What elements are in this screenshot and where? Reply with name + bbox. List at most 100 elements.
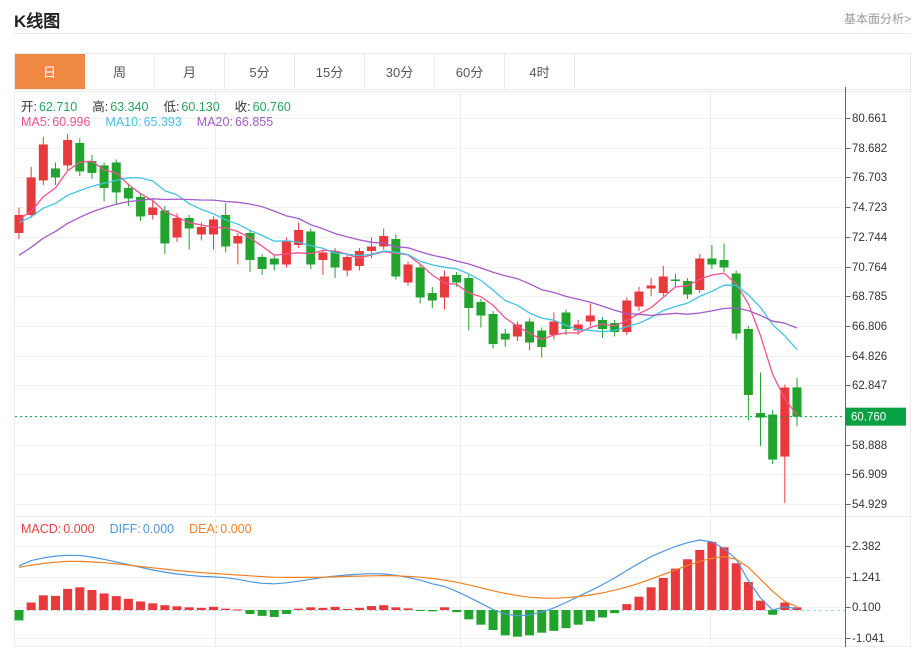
y-axis-label: 2.382: [852, 541, 881, 553]
candle-body: [367, 246, 376, 251]
macd-hist-bar: [367, 606, 376, 610]
chart-panel-border: [15, 92, 911, 647]
ma5-line: [19, 161, 797, 415]
candle-body: [428, 293, 437, 301]
macd-hist-bar: [391, 607, 400, 610]
macd-hist-bar: [586, 610, 595, 621]
y-axis-label: 54.929: [852, 499, 887, 511]
y-axis-label: 76.703: [852, 172, 887, 184]
macd-hist-bar: [768, 610, 777, 615]
y-axis-label: 0.100: [852, 602, 881, 614]
candle-body: [391, 239, 400, 277]
candle-body: [671, 279, 680, 281]
ma-legend: MA5:60.996 MA10:65.393 MA20:66.855: [21, 115, 273, 129]
candle-body: [416, 267, 425, 297]
macd-hist-bar: [428, 610, 437, 611]
macd-hist-bar: [744, 582, 753, 610]
candle-body: [586, 316, 595, 322]
candle-body: [124, 188, 133, 199]
candle-body: [306, 231, 315, 264]
macd-hist-bar: [318, 608, 327, 610]
candle-body: [647, 285, 656, 288]
macd-hist-bar: [379, 605, 388, 610]
candle-body: [440, 276, 449, 297]
y-axis-label: 66.806: [852, 321, 887, 333]
candle-body: [173, 218, 182, 238]
candle-body: [707, 258, 716, 264]
macd-hist-bar: [647, 587, 656, 610]
legend-item: DIFF:0.000: [110, 522, 175, 536]
macd-hist-bar: [87, 590, 96, 610]
macd-hist-bar: [756, 601, 765, 610]
macd-hist-bar: [306, 607, 315, 610]
macd-hist-bar: [148, 603, 157, 610]
macd-hist-bar: [452, 610, 461, 612]
macd-hist-bar: [476, 610, 485, 625]
macd-hist-bar: [659, 578, 668, 610]
macd-hist-bar: [258, 610, 267, 616]
candle-body: [476, 302, 485, 316]
candle-body: [270, 258, 279, 264]
candle-body: [112, 162, 121, 192]
macd-hist-bar: [622, 604, 631, 610]
macd-hist-bar: [124, 599, 133, 610]
macd-hist-bar: [233, 609, 242, 610]
macd-hist-bar: [549, 610, 558, 631]
y-axis-label: 1.241: [852, 572, 881, 584]
y-axis-label: 64.826: [852, 351, 887, 363]
macd-hist-bar: [695, 550, 704, 610]
candle-body: [549, 322, 558, 336]
macd-hist-bar: [100, 593, 109, 610]
candle-body: [792, 387, 801, 416]
candle-body: [148, 207, 157, 215]
macd-hist-bar: [634, 597, 643, 610]
macd-hist-bar: [27, 603, 36, 610]
current-price-badge-text: 60.760: [851, 412, 886, 424]
macd-hist-bar: [331, 607, 340, 610]
macd-hist-bar: [63, 589, 72, 610]
macd-hist-bar: [39, 595, 48, 610]
legend-item: MA5:60.996: [21, 115, 90, 129]
candle-body: [160, 210, 169, 243]
macd-hist-bar: [416, 610, 425, 611]
macd-hist-bar: [282, 610, 291, 614]
legend-item: 收:60.760: [235, 96, 291, 115]
macd-hist-bar: [343, 609, 352, 610]
legend-item: MA20:66.855: [197, 115, 273, 129]
y-axis-label: 72.744: [852, 232, 888, 244]
candle-body: [39, 144, 48, 180]
macd-hist-bar: [671, 569, 680, 610]
candle-body: [768, 415, 777, 460]
macd-hist-bar: [440, 607, 449, 610]
candle-body: [245, 233, 254, 260]
macd-hist-bar: [15, 610, 24, 620]
candle-body: [258, 257, 267, 269]
candle-body: [282, 240, 291, 264]
candle-body: [489, 314, 498, 344]
macd-hist-bar: [610, 610, 619, 613]
candle-body: [403, 264, 412, 282]
legend-item: 低:60.130: [163, 96, 219, 115]
candle-body: [379, 236, 388, 247]
candle-body: [695, 258, 704, 290]
candle-body: [343, 257, 352, 271]
legend-item: MA10:65.393: [105, 115, 181, 129]
macd-hist-bar: [270, 610, 279, 617]
y-axis-label: -1.041: [852, 633, 885, 645]
macd-hist-bar: [197, 608, 206, 610]
macd-hist-bar: [75, 587, 84, 610]
candle-body: [659, 276, 668, 293]
candle-body: [318, 252, 327, 260]
y-axis-label: 74.723: [852, 202, 887, 214]
macd-hist-bar: [185, 607, 194, 610]
macd-hist-bar: [403, 608, 412, 610]
macd-hist-bar: [574, 610, 583, 625]
y-axis-label: 62.847: [852, 380, 887, 392]
legend-item: 开:62.710: [21, 96, 77, 115]
candle-body: [197, 227, 206, 235]
y-axis-label: 80.661: [852, 113, 887, 125]
dea-line: [19, 557, 797, 607]
macd-hist-bar: [355, 608, 364, 610]
candle-body: [634, 291, 643, 306]
macd-hist-bar: [294, 609, 303, 610]
